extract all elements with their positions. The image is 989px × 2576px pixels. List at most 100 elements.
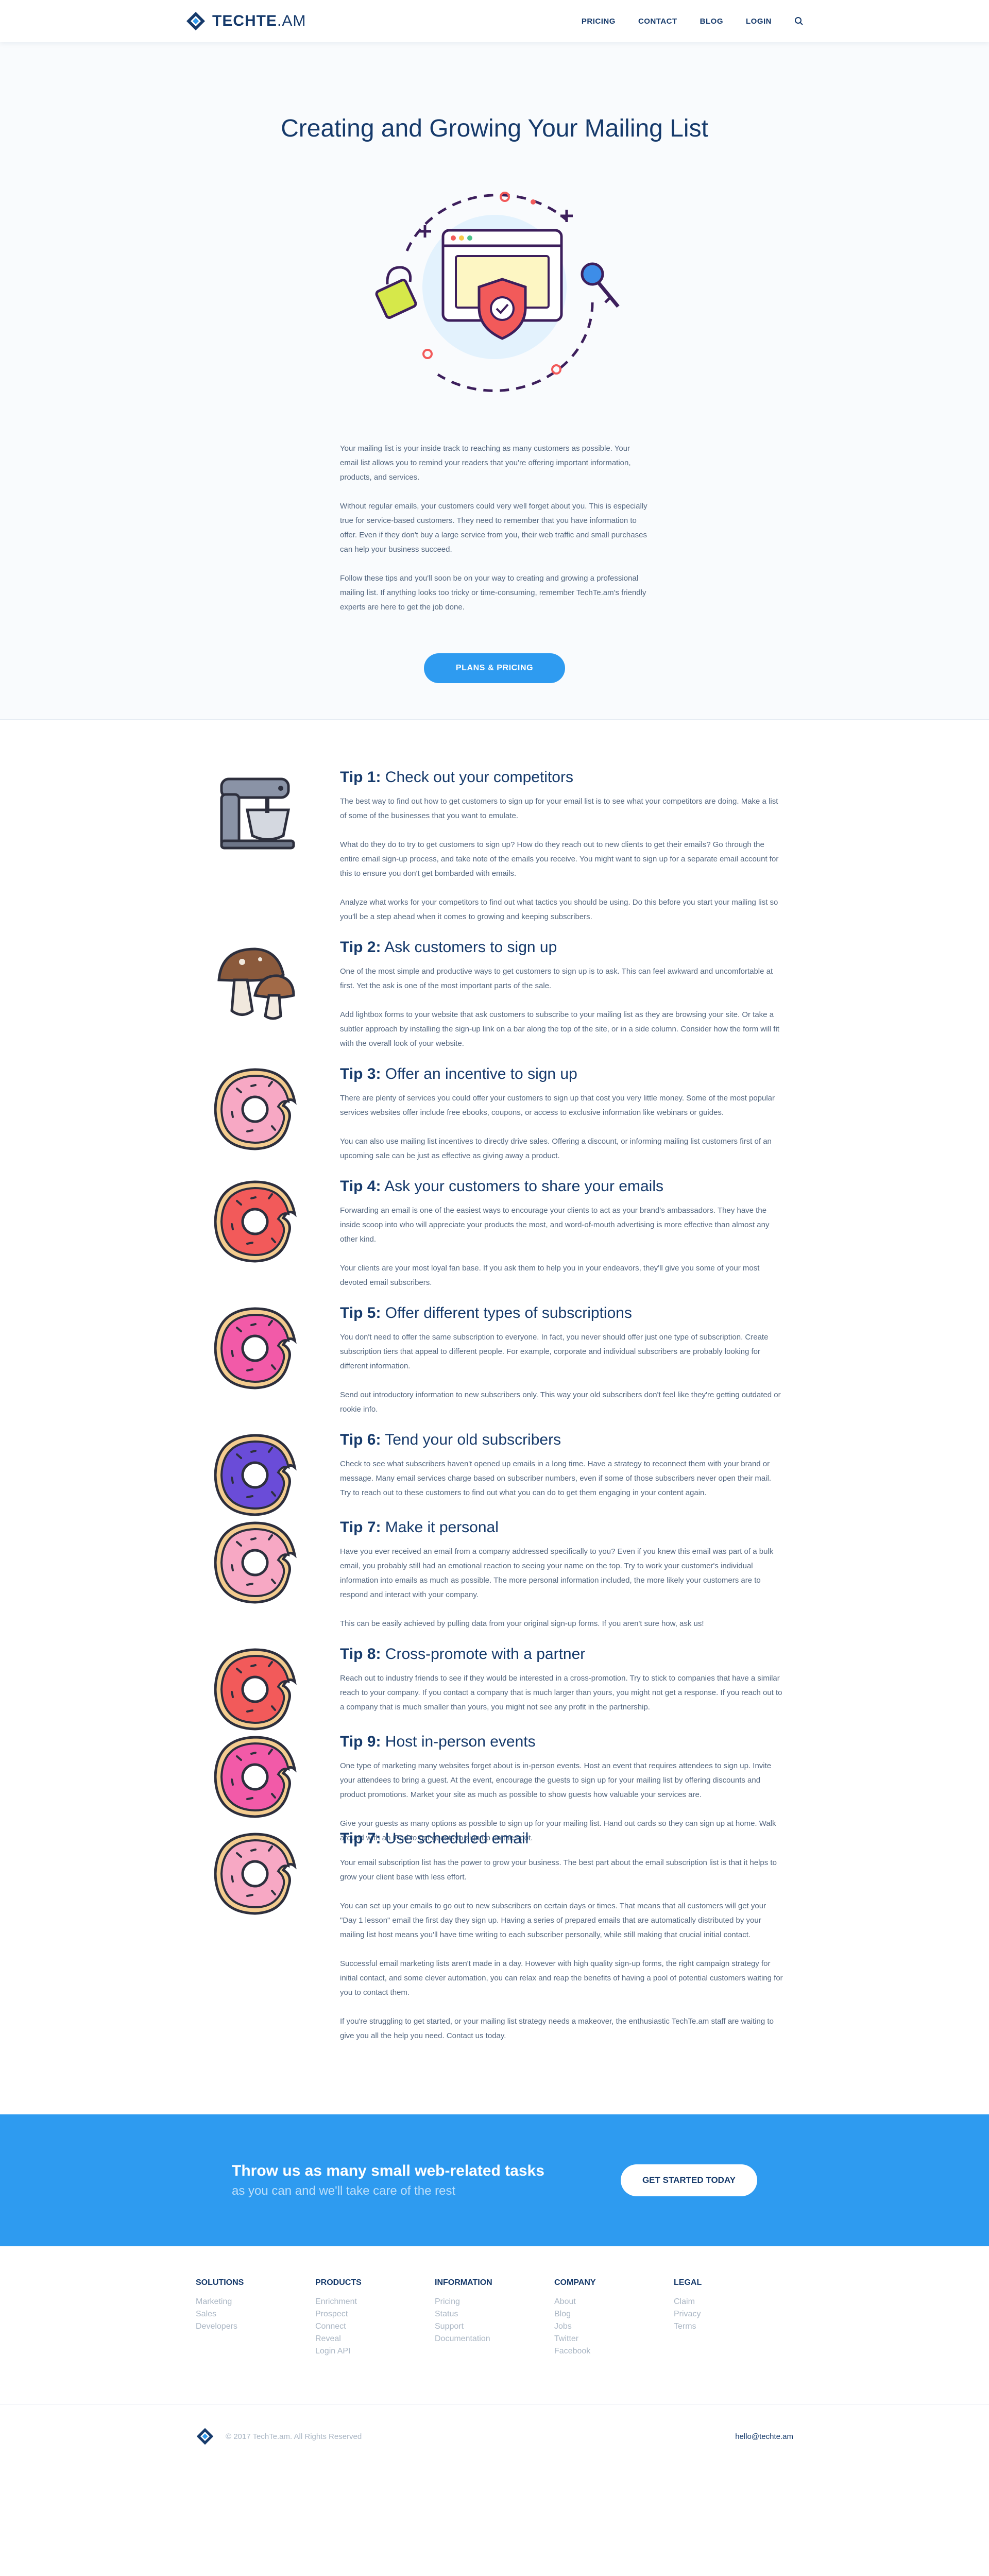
tip-title: Tip 7: Make it personal [340, 1519, 499, 1536]
plans-pricing-button[interactable]: PLANS & PRICING [423, 653, 566, 683]
tips-section: Tip 1: Check out your competitors The bes… [0, 720, 989, 2114]
tip-paragraph: Send out introductory information to new… [340, 1391, 781, 1414]
tip-item: Tip 6: Tend your old subscribers Check to… [206, 1431, 783, 1519]
footer-column: COMPANY About Blog Jobs Twitter Facebook [554, 2278, 674, 2358]
tip-paragraph: Successful email marketing lists aren't … [340, 1959, 783, 1997]
tip-title: Tip 7: Use scheduled email [340, 1830, 529, 1847]
tip-paragraph: Add lightbox forms to your website that … [340, 1010, 779, 1048]
tip-paragraph: You can also use mailing list incentives… [340, 1137, 772, 1160]
tip-title: Tip 3: Offer an incentive to sign up [340, 1065, 577, 1082]
donut-icon [206, 1830, 340, 2058]
tip-title: Tip 9: Host in-person events [340, 1733, 536, 1750]
footer-column-title: LEGAL [674, 2278, 702, 2287]
tip-title: Tip 4: Ask your customers to share your … [340, 1178, 664, 1195]
tip-title: Tip 8: Cross-promote with a partner [340, 1646, 586, 1663]
tip-content: Tip 8: Cross-promote with a partner Reach… [340, 1646, 783, 1733]
site-header: TECHTE.AM PRICING CONTACT BLOG LOGIN [0, 0, 989, 42]
tip-paragraph: You don't need to offer the same subscri… [340, 1333, 769, 1370]
tip-item: Tip 8: Cross-promote with a partner Reach… [206, 1646, 783, 1733]
footer-link[interactable]: About [554, 2296, 674, 2308]
intro-paragraph: Your mailing list is your inside track t… [340, 444, 631, 482]
get-started-button[interactable]: GET STARTED TODAY [620, 2164, 757, 2196]
tip-title: Tip 5: Offer different types of subscrip… [340, 1304, 632, 1321]
tip-content: Tip 6: Tend your old subscribers Check to… [340, 1431, 783, 1519]
footer-link[interactable]: Connect [315, 2320, 435, 2333]
tip-paragraph: If you're struggling to get started, or … [340, 2017, 774, 2040]
footer-link[interactable]: Marketing [196, 2296, 315, 2308]
mixer-icon [206, 769, 340, 939]
tip-content: Tip 2: Ask customers to sign up One of th… [340, 939, 783, 1065]
donut-icon [206, 1519, 340, 1646]
donut-icon [206, 1065, 340, 1178]
tip-content: Tip 5: Offer different types of subscrip… [340, 1304, 783, 1431]
footer-link[interactable]: Sales [196, 2308, 315, 2320]
tip-item: Tip 7: Use scheduled email Your email sub… [206, 1830, 783, 2058]
contact-email-link[interactable]: hello@techte.am [735, 2432, 793, 2441]
nav-login[interactable]: LOGIN [746, 17, 772, 26]
footer-link[interactable]: Facebook [554, 2345, 674, 2358]
footer-column: INFORMATION Pricing Status Support Documenta… [435, 2278, 554, 2358]
copyright: © 2017 TechTe.am. All Rights Reserved [226, 2432, 362, 2441]
tip-content: Tip 1: Check out your competitors The bes… [340, 769, 783, 939]
banner-subtitle: as you can and we'll take care of the re… [232, 2184, 456, 2198]
footer-link[interactable]: Status [435, 2308, 554, 2320]
footer-link[interactable]: Developers [196, 2320, 315, 2333]
footer-logo-icon[interactable] [196, 2427, 214, 2446]
tip-paragraph: Your clients are your most loyal fan bas… [340, 1264, 760, 1287]
footer-link[interactable]: Reveal [315, 2333, 435, 2345]
tip-paragraph: One type of marketing many websites forg… [340, 1761, 772, 1799]
logo-mark-icon [186, 12, 205, 30]
tip-title: Tip 6: Tend your old subscribers [340, 1431, 561, 1448]
intro-paragraph: Follow these tips and you'll soon be on … [340, 574, 646, 612]
tip-paragraph: Forwarding an email is one of the easies… [340, 1206, 770, 1244]
donut-icon [206, 1304, 340, 1431]
tip-paragraph: The best way to find out how to get cust… [340, 797, 778, 820]
tip-content: Tip 7: Make it personal Have you ever rec… [340, 1519, 783, 1646]
nav-contact[interactable]: CONTACT [638, 17, 677, 26]
tip-paragraph: Reach out to industry friends to see if … [340, 1674, 782, 1711]
footer-link[interactable]: Enrichment [315, 2296, 435, 2308]
footer-link[interactable]: Privacy [674, 2308, 793, 2320]
security-browser-illustration [375, 192, 620, 392]
tip-content: Tip 7: Use scheduled email Your email sub… [340, 1830, 783, 2058]
nav-blog[interactable]: BLOG [700, 17, 723, 26]
main-nav: PRICING CONTACT BLOG LOGIN [582, 16, 804, 26]
footer-link[interactable]: Blog [554, 2308, 674, 2320]
footer-link[interactable]: Terms [674, 2320, 793, 2333]
logo[interactable]: TECHTE.AM [185, 11, 306, 31]
footer-column: PRODUCTS Enrichment Prospect Connect Reveal L… [315, 2278, 435, 2358]
tip-item: Tip 2: Ask customers to sign up One of th… [206, 939, 783, 1065]
site-footer: SOLUTIONS Marketing Sales Developers PRODUCT… [0, 2246, 989, 2468]
tip-item: Tip 3: Offer an incentive to sign up Ther… [206, 1065, 783, 1178]
tip-paragraph: You can set up your emails to go out to … [340, 1902, 766, 1939]
logo-text: TECHTE.AM [212, 12, 306, 29]
cta-banner: Throw us as many small web-related tasks… [0, 2114, 989, 2246]
footer-link[interactable]: Twitter [554, 2333, 674, 2345]
footer-link[interactable]: Documentation [435, 2333, 554, 2345]
intro-paragraph: Without regular emails, your customers c… [340, 502, 647, 554]
tip-content: Tip 4: Ask your customers to share your … [340, 1178, 783, 1304]
footer-column: SOLUTIONS Marketing Sales Developers [196, 2278, 315, 2358]
mushroom-icon [206, 939, 340, 1065]
hero-section: Creating and Growing Your Mailing List Y… [0, 42, 989, 719]
footer-column-title: COMPANY [554, 2278, 596, 2287]
tip-paragraph: One of the most simple and productive wa… [340, 967, 773, 990]
footer-column-title: SOLUTIONS [196, 2278, 244, 2287]
intro-text: Your mailing list is your inside track t… [340, 442, 649, 615]
footer-column: LEGAL Claim Privacy Terms [674, 2278, 793, 2358]
tip-paragraph: What do they do to try to get customers … [340, 840, 779, 878]
footer-link[interactable]: Login API [315, 2345, 435, 2358]
tip-content: Tip 3: Offer an incentive to sign up Ther… [340, 1065, 783, 1178]
footer-link[interactable]: Support [435, 2320, 554, 2333]
tip-paragraph: This can be easily achieved by pulling d… [340, 1619, 704, 1628]
donut-icon [206, 1178, 340, 1304]
footer-link[interactable]: Claim [674, 2296, 793, 2308]
footer-link[interactable]: Prospect [315, 2308, 435, 2320]
footer-link[interactable]: Jobs [554, 2320, 674, 2333]
donut-icon [206, 1646, 340, 1733]
footer-link[interactable]: Pricing [435, 2296, 554, 2308]
donut-icon [206, 1431, 340, 1519]
nav-pricing[interactable]: PRICING [582, 17, 616, 26]
search-icon[interactable] [794, 16, 804, 26]
tip-paragraph: Check to see what subscribers haven't op… [340, 1460, 772, 1497]
